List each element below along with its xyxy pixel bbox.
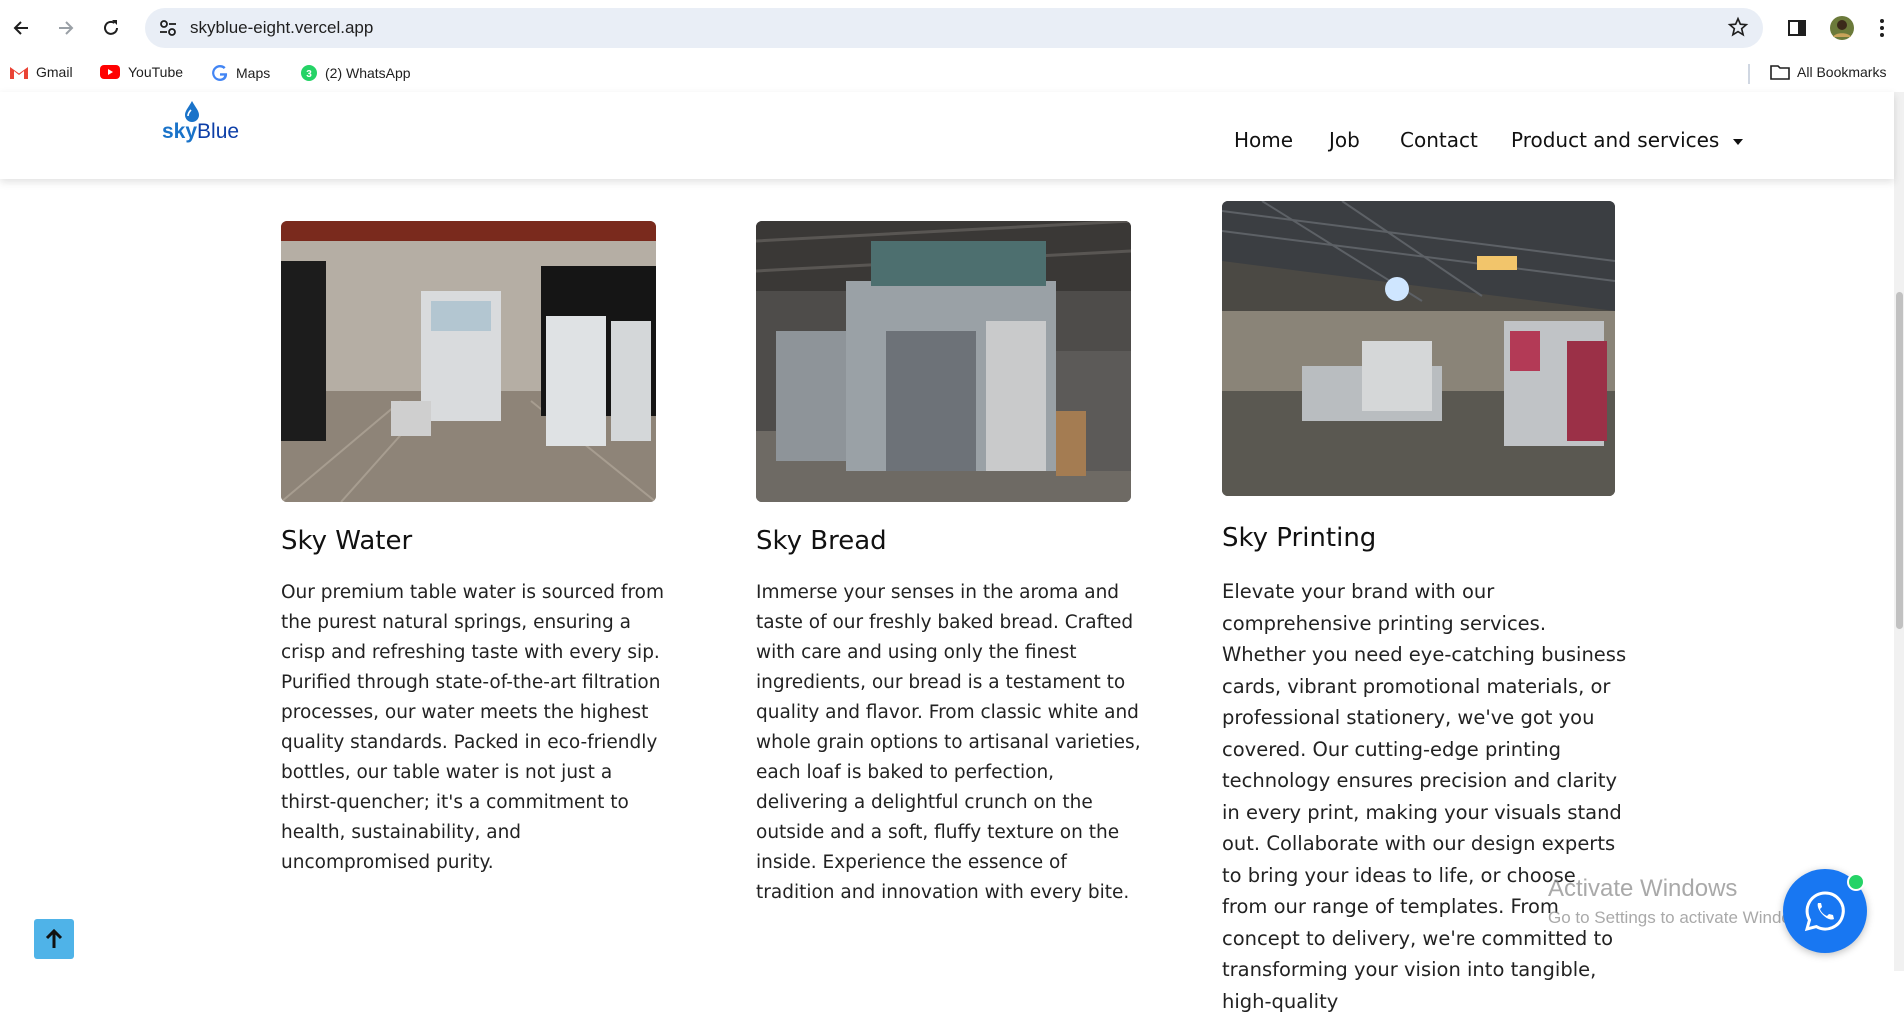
- sky-water-title: Sky Water: [281, 526, 413, 556]
- caret-down-icon: [1733, 138, 1744, 145]
- arrow-right-icon: [59, 21, 74, 35]
- google-icon: [212, 65, 228, 81]
- back-to-top-button[interactable]: [34, 919, 74, 959]
- youtube-icon: [100, 65, 120, 79]
- profile-avatar[interactable]: [1826, 12, 1858, 44]
- nav-job-link[interactable]: Job: [1329, 128, 1360, 152]
- gmail-icon: [10, 67, 28, 79]
- whatsapp-icon: [1804, 891, 1845, 932]
- all-bookmarks-label: All Bookmarks: [1797, 64, 1887, 80]
- bookmark-label: Gmail: [36, 64, 73, 80]
- kebab-menu-icon: [1880, 19, 1884, 37]
- browser-toolbar: skyblue-eight.vercel.app: [0, 0, 1904, 56]
- browser-menu-button[interactable]: [1866, 12, 1898, 44]
- all-bookmarks-button[interactable]: All Bookmarks: [1770, 64, 1886, 80]
- side-panel-icon: [1788, 20, 1806, 36]
- side-panel-button[interactable]: [1781, 12, 1813, 44]
- bookmark-label: YouTube: [128, 64, 184, 80]
- url-text[interactable]: skyblue-eight.vercel.app: [190, 18, 373, 38]
- whatsapp-icon: 3: [301, 65, 317, 81]
- nav-contact-link[interactable]: Contact: [1400, 128, 1478, 152]
- nav-products-label: Product and services: [1511, 128, 1720, 152]
- page-scrollbar[interactable]: [1894, 92, 1904, 971]
- back-button[interactable]: [5, 12, 37, 44]
- bookmarks-divider: [1748, 64, 1750, 84]
- nav-products-dropdown[interactable]: Product and services: [1511, 128, 1744, 152]
- activate-windows-watermark: Activate Windows: [1548, 875, 1738, 902]
- sky-printing-image: [1222, 201, 1615, 496]
- avatar-icon: [1830, 16, 1854, 40]
- forward-button[interactable]: [50, 12, 82, 44]
- bookmark-label: (2) WhatsApp: [325, 65, 411, 81]
- svg-text:3: 3: [306, 69, 312, 80]
- bookmark-gmail[interactable]: Gmail: [9, 64, 73, 80]
- site-settings-icon[interactable]: [157, 17, 179, 43]
- site-header: skyBlue Home Job Contact Product and ser…: [0, 92, 1894, 179]
- sky-bread-title: Sky Bread: [756, 526, 887, 556]
- nav-home-link[interactable]: Home: [1234, 128, 1293, 152]
- sky-water-description: Our premium table water is sourced from …: [281, 582, 664, 873]
- bookmark-label: Maps: [236, 65, 271, 81]
- sky-printing-title: Sky Printing: [1222, 523, 1377, 553]
- reload-icon: [104, 20, 118, 35]
- bookmark-youtube[interactable]: YouTube: [99, 64, 183, 80]
- bookmark-whatsapp[interactable]: 3 (2) WhatsApp: [300, 64, 411, 82]
- sky-water-image: [281, 221, 656, 502]
- reload-button[interactable]: [95, 12, 127, 44]
- sky-bread-description: Immerse your senses in the aroma and tas…: [756, 582, 1141, 903]
- address-bar[interactable]: skyblue-eight.vercel.app: [145, 8, 1763, 48]
- arrow-left-icon: [13, 21, 28, 35]
- water-drop-icon: [185, 101, 199, 122]
- activate-windows-hint: Go to Settings to activate Windows.: [1548, 908, 1817, 927]
- bookmark-star-icon[interactable]: [1727, 16, 1749, 42]
- bookmarks-bar: Gmail YouTube Maps 3 (2) WhatsApp All Bo…: [0, 56, 1904, 92]
- bookmark-maps[interactable]: Maps: [211, 64, 270, 82]
- sky-bread-image: [756, 221, 1131, 502]
- scrollbar-thumb[interactable]: [1896, 292, 1903, 629]
- folder-icon: [1770, 65, 1790, 80]
- site-logo[interactable]: skyBlue: [162, 101, 239, 144]
- online-status-dot: [1847, 873, 1865, 891]
- arrow-up-icon: [45, 928, 63, 948]
- sky-printing-description: Elevate your brand with our comprehensiv…: [1222, 580, 1627, 1013]
